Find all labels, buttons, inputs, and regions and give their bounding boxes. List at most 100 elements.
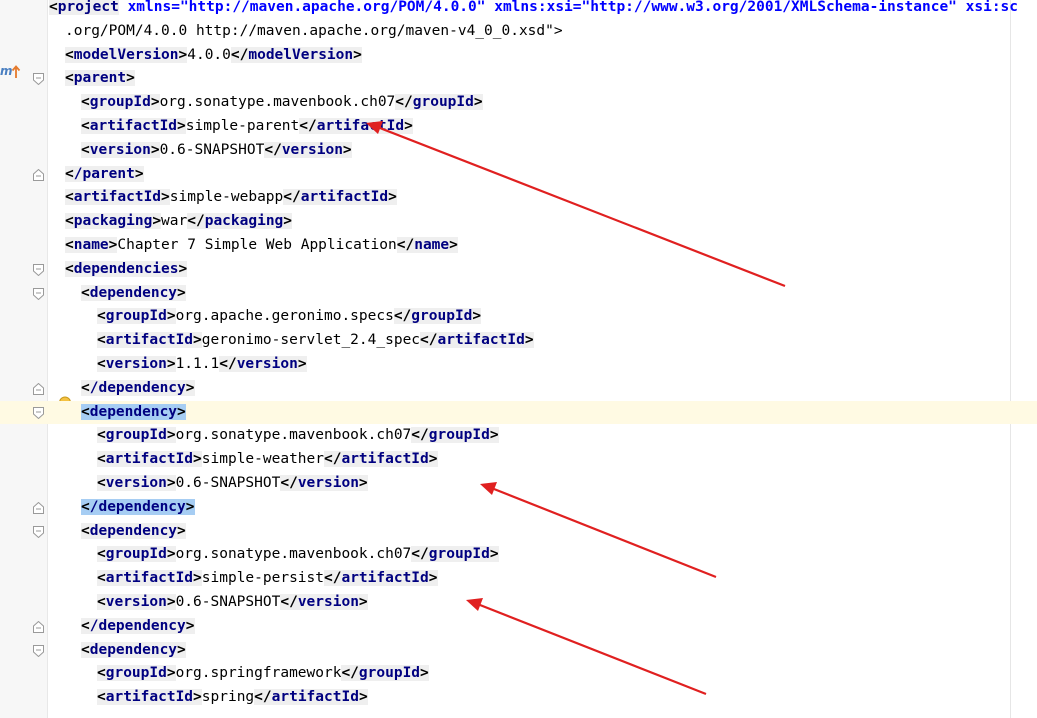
tag-bracket: </ (411, 546, 429, 563)
code-line[interactable]: <modelVersion>4.0.0</modelVersion> (0, 44, 1037, 68)
code-line[interactable]: <dependency> (0, 400, 1037, 425)
code-line[interactable]: <parent> (0, 67, 1037, 91)
tag-bracket: > (342, 141, 352, 158)
tag-bracket: > (404, 118, 413, 134)
tag-bracket: < (81, 641, 90, 658)
xml-open-tag: </parent> (65, 165, 144, 182)
code-line[interactable]: <name>Chapter 7 Simple Web Application</… (0, 234, 1037, 258)
xml-tag-name: version (297, 594, 359, 610)
xml-element-value: org.springframework (175, 665, 342, 682)
fold-collapse-icon[interactable] (33, 287, 44, 300)
tag-bracket: > (152, 213, 162, 230)
tag-bracket: > (166, 356, 176, 372)
code-line[interactable]: <project xmlns="http://maven.apache.org/… (0, 0, 1037, 20)
code-line[interactable]: <dependency> (0, 520, 1037, 544)
code-line[interactable]: <artifactId>simple-persist</artifactId> (0, 567, 1037, 591)
xml-tag-name: name (414, 237, 450, 253)
code-line[interactable]: <version>0.6-SNAPSHOT</version> (0, 591, 1037, 615)
code-editor[interactable]: m <project xmlns="http://maven.apache.or… (0, 0, 1037, 718)
code-line[interactable]: </parent> (0, 163, 1037, 187)
code-line[interactable]: <packaging>war</packaging> (0, 210, 1037, 234)
fold-collapse-icon[interactable] (33, 263, 44, 276)
xml-tag-name: artifactId (105, 570, 194, 587)
xml-element-value: 0.6-SNAPSHOT (175, 594, 281, 610)
code-line[interactable]: <artifactId>simple-parent</artifactId> (0, 115, 1037, 139)
code-line[interactable]: <version>0.6-SNAPSHOT</version> (0, 472, 1037, 496)
xml-close-tag: </version> (280, 475, 368, 491)
code-line-content: </dependency> (81, 496, 195, 520)
tag-bracket: < (81, 522, 90, 539)
xml-open-tag: <artifactId> (97, 332, 202, 349)
fold-end-icon[interactable] (33, 382, 44, 395)
fold-end-icon[interactable] (33, 168, 44, 181)
xml-tag-name: groupId (358, 665, 421, 682)
code-line[interactable]: <artifactId>spring</artifactId> (0, 686, 1037, 710)
code-line-content: <artifactId>geronimo-servlet_2.4_spec</a… (97, 329, 534, 353)
xml-open-tag: <groupId> (97, 546, 176, 563)
code-line-content: <dependency> (81, 282, 186, 306)
xml-element-value: geronimo-servlet_2.4_spec (201, 332, 421, 349)
code-line[interactable]: </dependency> (0, 496, 1037, 520)
xml-close-tag: </packaging> (187, 213, 293, 230)
fold-collapse-icon[interactable] (33, 525, 44, 538)
code-line[interactable]: <groupId>org.apache.geronimo.specs</grou… (0, 305, 1037, 329)
code-line[interactable]: <version>1.1.1</version> (0, 353, 1037, 377)
xml-tag-name: parent (73, 70, 127, 87)
code-line[interactable]: <artifactId>simple-webapp</artifactId> (0, 186, 1037, 210)
tag-bracket: </ (393, 308, 412, 325)
tag-bracket: </ (280, 475, 298, 491)
xml-open-tag: <groupId> (97, 308, 176, 325)
xml-tag-name: groupId (105, 308, 167, 325)
code-line[interactable]: <version>0.6-SNAPSHOT</version> (0, 139, 1037, 163)
tag-bracket: > (353, 46, 362, 63)
xml-tag-name: artifactId (89, 118, 178, 134)
xml-element-value: 4.0.0 (187, 46, 231, 63)
tag-bracket: > (177, 403, 186, 420)
tag-bracket: > (283, 213, 293, 230)
code-line[interactable]: <dependencies> (0, 258, 1037, 282)
code-line[interactable]: <groupId>org.sonatype.mavenbook.ch07</gr… (0, 91, 1037, 115)
code-line-content: <version>0.6-SNAPSHOT</version> (97, 591, 368, 615)
code-line-content: <dependencies> (65, 258, 188, 282)
tag-bracket: < (97, 308, 106, 325)
tag-bracket: > (178, 260, 188, 277)
tag-bracket: < (81, 403, 90, 420)
fold-collapse-icon[interactable] (33, 644, 44, 657)
fold-end-icon[interactable] (33, 501, 44, 514)
xml-tag-name: modelVersion (73, 46, 179, 63)
xml-open-tag: <groupId> (97, 427, 176, 444)
fold-collapse-icon[interactable] (33, 73, 44, 86)
code-line[interactable]: <dependency> (0, 639, 1037, 663)
xml-tag-name: artifactId (341, 570, 429, 587)
xml-element-value: 0.6-SNAPSHOT (175, 475, 281, 491)
tag-bracket: > (358, 475, 368, 491)
code-line[interactable]: <dependency> (0, 282, 1037, 306)
xml-element-value: simple-webapp (169, 189, 284, 206)
xml-tag-name: /parent (73, 165, 135, 182)
xml-tag-name: artifactId (271, 689, 359, 706)
code-line[interactable]: <groupId>org.sonatype.mavenbook.ch07</gr… (0, 543, 1037, 567)
xml-attributes: xmlns="http://maven.apache.org/POM/4.0.0… (118, 0, 1019, 15)
tag-bracket: < (81, 141, 90, 158)
tag-bracket: < (81, 617, 90, 634)
code-line[interactable]: </dependency> (0, 377, 1037, 401)
code-line[interactable]: </dependency> (0, 615, 1037, 639)
fold-end-icon[interactable] (33, 620, 44, 633)
xml-open-tag: <dependency> (81, 403, 186, 420)
xml-tag-name: version (105, 475, 167, 491)
xml-tag-name: groupId (89, 94, 151, 111)
tag-bracket: > (166, 594, 176, 610)
code-line-content: <modelVersion>4.0.0</modelVersion> (65, 44, 362, 68)
code-line[interactable]: <groupId>org.sonatype.mavenbook.ch07</gr… (0, 424, 1037, 448)
code-line[interactable]: <artifactId>geronimo-servlet_2.4_spec</a… (0, 329, 1037, 353)
fold-collapse-icon[interactable] (33, 406, 44, 419)
xml-tag-name: groupId (412, 94, 474, 111)
code-line[interactable]: <groupId>org.springframework</groupId> (0, 662, 1037, 686)
xml-open-tag: </dependency> (81, 617, 195, 634)
tag-bracket: > (177, 118, 186, 134)
xml-tag-name: artifactId (73, 189, 162, 206)
code-line[interactable]: <artifactId>simple-weather</artifactId> (0, 448, 1037, 472)
code-line[interactable]: .org/POM/4.0.0 http://maven.apache.org/m… (0, 20, 1037, 44)
xml-tag-name: packaging (73, 213, 153, 230)
xml-close-tag: </artifactId> (324, 451, 438, 468)
